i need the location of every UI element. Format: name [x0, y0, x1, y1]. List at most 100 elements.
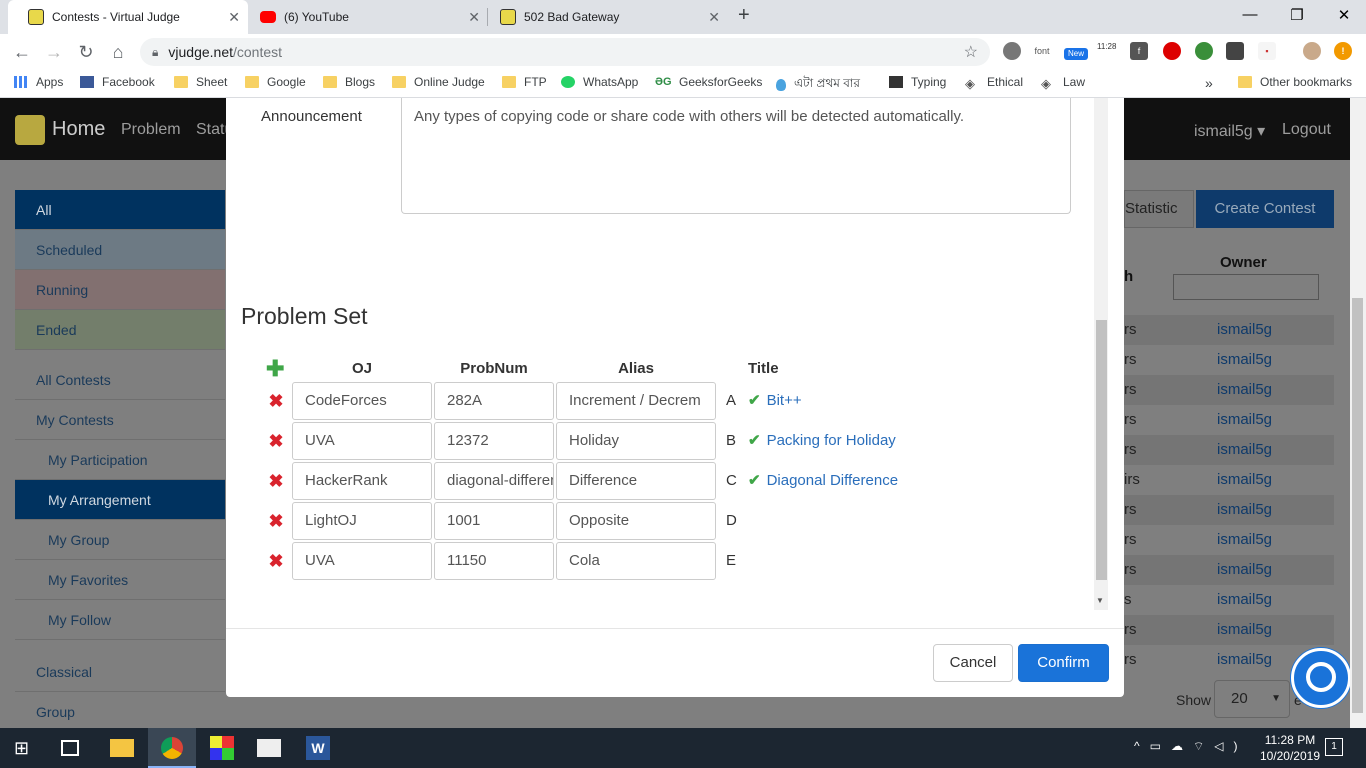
bookmark-sheet[interactable]: Sheet: [174, 75, 227, 89]
chrome-taskbar-active[interactable]: [148, 728, 196, 768]
menu-my-participation[interactable]: My Participation: [15, 440, 225, 480]
menu-scheduled[interactable]: Scheduled: [15, 230, 225, 270]
menu-my-group[interactable]: My Group: [15, 520, 225, 560]
nav-logout[interactable]: Logout: [1282, 121, 1331, 139]
bookmark-online-judge[interactable]: Online Judge: [392, 75, 485, 89]
delete-problem-icon[interactable]: ✖: [268, 422, 284, 460]
tab-youtube[interactable]: (6) YouTube ✕: [240, 0, 488, 34]
probnum-input[interactable]: 11150: [434, 542, 554, 580]
owner-link[interactable]: ismail5g: [1217, 495, 1272, 525]
probnum-input[interactable]: 282A: [434, 382, 554, 420]
nav-home[interactable]: Home: [52, 118, 105, 141]
update-alert-icon[interactable]: !: [1334, 42, 1352, 60]
forward-icon[interactable]: →: [43, 42, 65, 63]
windows-start-icon[interactable]: ⊞: [14, 736, 38, 760]
help-chat-icon[interactable]: [1291, 648, 1351, 708]
delete-problem-icon[interactable]: ✖: [268, 542, 284, 580]
tab-vjudge[interactable]: Contests - Virtual Judge ✕: [8, 0, 248, 34]
address-bar[interactable]: 🔒︎ vjudge.net /contest ☆: [140, 38, 990, 66]
bookmark-apps[interactable]: Apps: [14, 75, 63, 89]
minimize-button[interactable]: —: [1240, 6, 1260, 23]
close-tab-icon[interactable]: ✕: [468, 9, 480, 26]
opera-extension-icon[interactable]: [1163, 42, 1181, 60]
delete-problem-icon[interactable]: ✖: [268, 502, 284, 540]
new-tab-button[interactable]: +: [738, 4, 750, 27]
oj-input[interactable]: CodeForces: [292, 382, 432, 420]
file-explorer-icon[interactable]: [110, 739, 134, 757]
bookmark-geeksforgeeks[interactable]: ƏG GeeksforGeeks: [655, 75, 762, 89]
system-tray-icons[interactable]: ^▭☁⌔◁): [1134, 739, 1247, 754]
close-window-button[interactable]: ✕: [1334, 6, 1354, 24]
nav-problem[interactable]: Problem: [121, 121, 181, 139]
modal-scrollbar-thumb[interactable]: [1096, 320, 1107, 580]
probnum-input[interactable]: 12372: [434, 422, 554, 460]
problem-title-link[interactable]: ✔ Bit++: [748, 382, 802, 420]
app-icon[interactable]: [210, 736, 234, 760]
cube-extension-icon[interactable]: [1226, 42, 1244, 60]
delete-problem-icon[interactable]: ✖: [268, 382, 284, 420]
owner-link[interactable]: ismail5g: [1217, 405, 1272, 435]
oj-input[interactable]: LightOJ: [292, 502, 432, 540]
oj-input[interactable]: UVA: [292, 542, 432, 580]
owner-link[interactable]: ismail5g: [1217, 465, 1272, 495]
probnum-input[interactable]: diagonal-difference: [434, 462, 554, 500]
page-size-select[interactable]: 20 ▼: [1214, 680, 1290, 718]
alias-input[interactable]: Cola: [556, 542, 716, 580]
alias-input[interactable]: Difference: [556, 462, 716, 500]
bookmark-blogs[interactable]: Blogs: [323, 75, 375, 89]
menu-my-favorites[interactable]: My Favorites: [15, 560, 225, 600]
close-tab-icon[interactable]: ✕: [708, 9, 720, 26]
mail-icon[interactable]: [257, 739, 281, 757]
bookmark-other[interactable]: Other bookmarks: [1238, 75, 1352, 89]
owner-link[interactable]: ismail5g: [1217, 345, 1272, 375]
menu-running[interactable]: Running: [15, 270, 225, 310]
more-bookmarks-chevron[interactable]: »: [1205, 75, 1213, 91]
page-scrollbar-thumb[interactable]: [1352, 298, 1363, 713]
site-logo[interactable]: [15, 115, 45, 145]
problem-title-link[interactable]: ✔ Packing for Holiday: [748, 422, 896, 460]
back-icon[interactable]: ←: [11, 42, 33, 63]
announcement-textarea[interactable]: Any types of copying code or share code …: [401, 98, 1071, 214]
owner-link[interactable]: ismail5g: [1217, 585, 1272, 615]
word-icon[interactable]: W: [306, 736, 330, 760]
owner-link[interactable]: ismail5g: [1217, 435, 1272, 465]
new-extension-icon[interactable]: New: [1064, 48, 1088, 60]
probnum-input[interactable]: 1001: [434, 502, 554, 540]
owner-link[interactable]: ismail5g: [1217, 555, 1272, 585]
cancel-button[interactable]: Cancel: [933, 644, 1013, 682]
home-icon[interactable]: ⌂: [107, 42, 129, 63]
owner-link[interactable]: ismail5g: [1217, 615, 1272, 645]
bookmark-facebook[interactable]: Facebook: [80, 75, 155, 89]
clock-extension-icon[interactable]: 11:28: [1097, 42, 1116, 60]
tab-bad-gateway[interactable]: 502 Bad Gateway ✕: [480, 0, 728, 34]
oj-input[interactable]: HackerRank: [292, 462, 432, 500]
menu-my-follow[interactable]: My Follow: [15, 600, 225, 640]
statistic-button[interactable]: Statistic: [1124, 190, 1194, 228]
add-problem-plus-icon[interactable]: ✚: [266, 358, 284, 380]
globe-extension-icon[interactable]: [1195, 42, 1213, 60]
owner-link[interactable]: ismail5g: [1217, 315, 1272, 345]
reload-icon[interactable]: ↻: [75, 42, 97, 63]
owner-link[interactable]: ismail5g: [1217, 375, 1272, 405]
bookmark-whatsapp[interactable]: WhatsApp: [561, 75, 638, 89]
menu-group[interactable]: Group: [15, 692, 225, 728]
problem-title-link[interactable]: ✔ Diagonal Difference: [748, 462, 898, 500]
user-menu[interactable]: ismail5g ▾: [1194, 121, 1265, 141]
facebook-extension-icon[interactable]: f: [1130, 42, 1148, 60]
owner-link[interactable]: ismail5g: [1217, 645, 1272, 675]
flag-extension-icon[interactable]: ▪: [1258, 42, 1276, 60]
alias-input[interactable]: Opposite: [556, 502, 716, 540]
bookmark-law[interactable]: ◈ Law: [1041, 75, 1085, 91]
alias-input[interactable]: Increment / Decrem: [556, 382, 716, 420]
confirm-button[interactable]: Confirm: [1018, 644, 1109, 682]
bookmark-ftp[interactable]: FTP: [502, 75, 547, 89]
menu-my-arrangement[interactable]: My Arrangement: [15, 480, 225, 520]
scroll-down-arrow-icon[interactable]: ▼: [1096, 596, 1104, 605]
close-tab-icon[interactable]: ✕: [228, 9, 240, 26]
bookmark-google[interactable]: Google: [245, 75, 306, 89]
owner-link[interactable]: ismail5g: [1217, 525, 1272, 555]
bookmark-ethical[interactable]: ◈ Ethical: [965, 75, 1023, 91]
maximize-button[interactable]: ❐: [1287, 6, 1307, 24]
oj-input[interactable]: UVA: [292, 422, 432, 460]
alias-input[interactable]: Holiday: [556, 422, 716, 460]
